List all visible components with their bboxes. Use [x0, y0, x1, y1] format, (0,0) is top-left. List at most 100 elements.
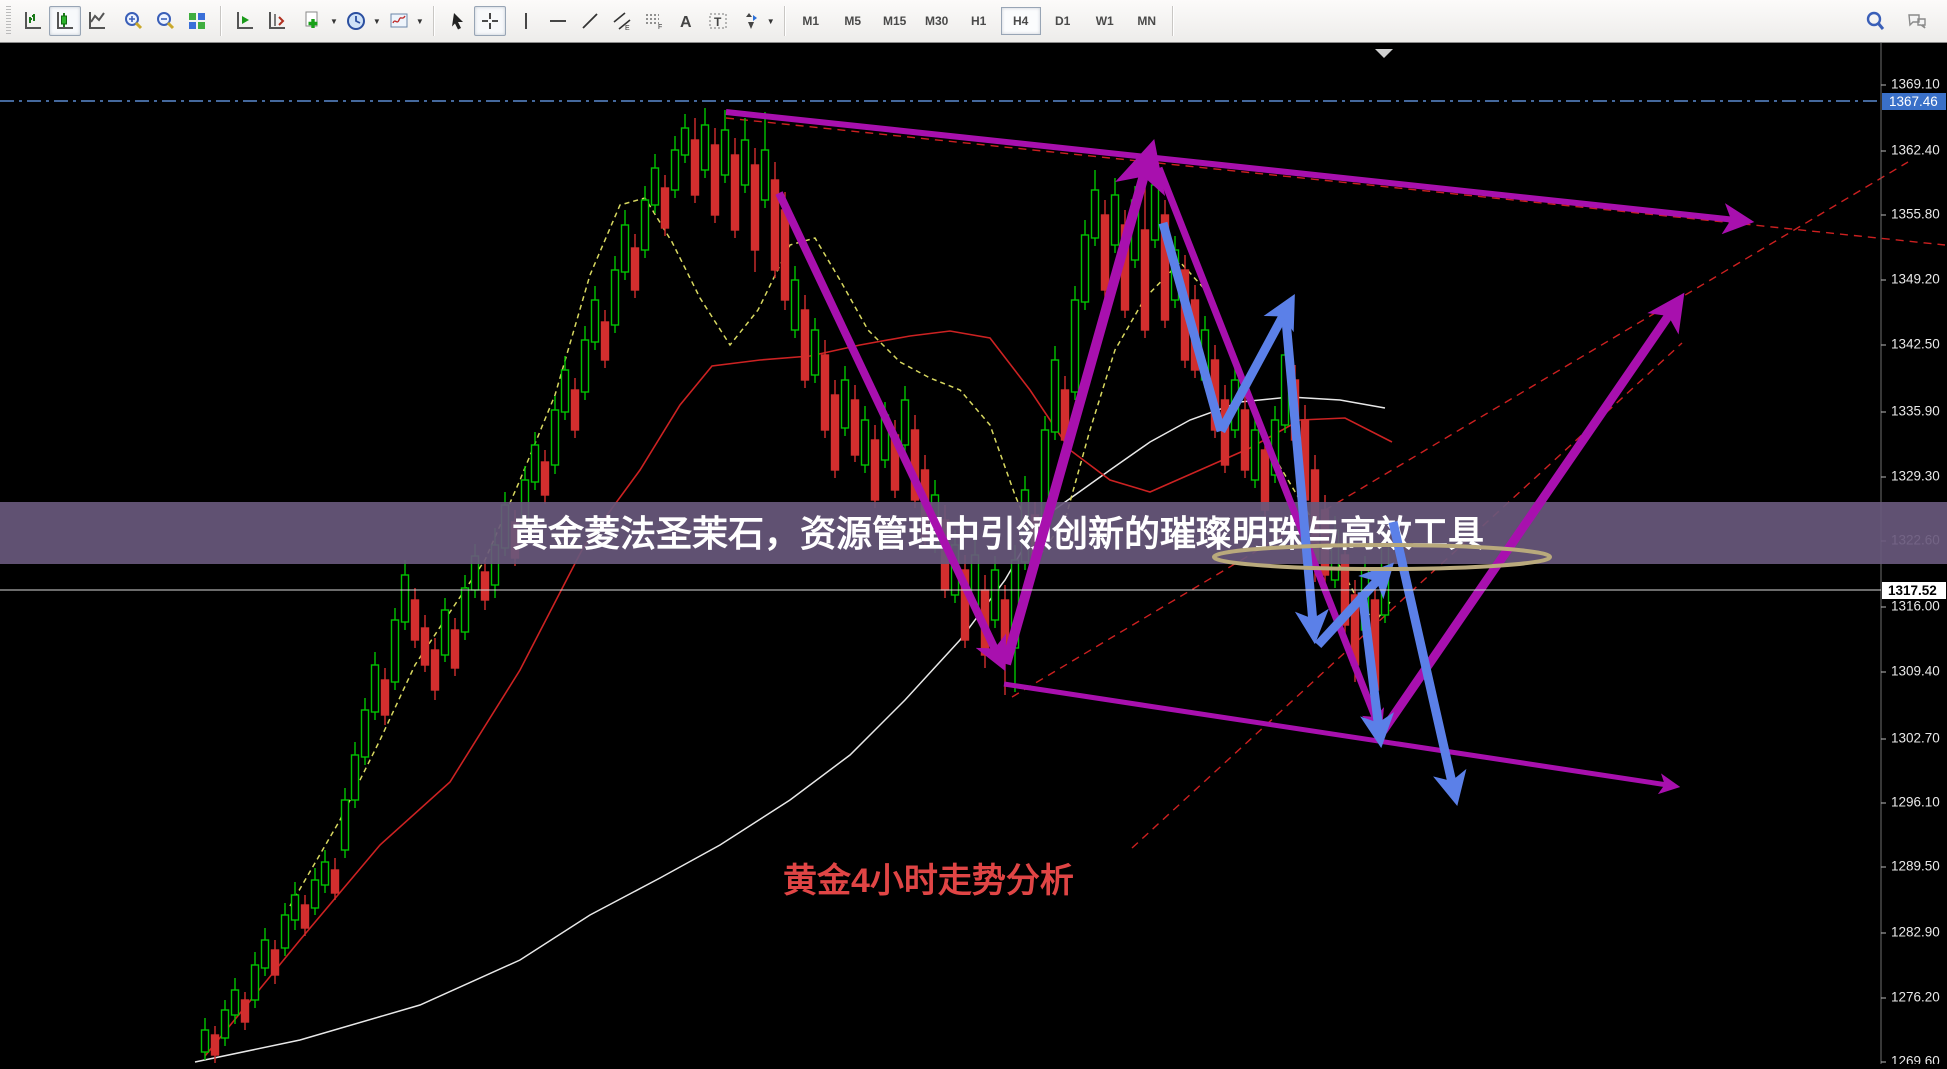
text-icon: A [675, 10, 697, 32]
candlestick-chart-button[interactable] [49, 6, 81, 36]
svg-text:A: A [680, 14, 692, 31]
toolbar-separator [1172, 6, 1174, 36]
purple-trend-arrow [726, 112, 1745, 221]
equidistant-channel-icon: E [611, 10, 633, 32]
new-order-dropdown-caret[interactable]: ▼ [330, 17, 338, 26]
crosshair-icon [479, 10, 501, 32]
candle-body [1242, 410, 1249, 470]
equidistant-channel-button[interactable]: E [606, 6, 638, 36]
timeframe-m30-button[interactable]: M30 [917, 7, 957, 35]
candle-body [1112, 195, 1119, 245]
toolbar-group [117, 6, 213, 36]
candle-body [392, 620, 399, 682]
candle-body [1102, 215, 1109, 290]
bar-chart-button[interactable] [17, 6, 49, 36]
text-button[interactable]: A [670, 6, 702, 36]
blue-trend-arrow [1286, 320, 1314, 634]
chart-area[interactable]: 1369.101362.401355.801349.201342.501335.… [0, 43, 1947, 1064]
arrows-shapes-dropdown-caret[interactable]: ▼ [767, 17, 775, 26]
red-dashed-trendlines [726, 118, 1945, 848]
line-chart-button[interactable] [81, 6, 113, 36]
timeframe-m15-button[interactable]: M15 [875, 7, 915, 35]
line-chart-icon [86, 10, 108, 32]
vertical-line-icon [515, 10, 537, 32]
candle-body [672, 150, 679, 190]
toolbar: ▼ ▼ ▼ E F AT ▼ M1M5M15M30H1H4D1W1MN [0, 0, 1947, 43]
candle-body [572, 390, 579, 430]
period-clock-icon [345, 10, 367, 32]
candle-body [332, 870, 339, 893]
arrows-shapes-button[interactable] [734, 6, 766, 36]
vertical-line-button[interactable] [510, 6, 542, 36]
price-chart[interactable]: 1369.101362.401355.801349.201342.501335.… [0, 43, 1947, 1064]
candle-body [842, 380, 849, 428]
trend-line-button[interactable] [574, 6, 606, 36]
axis-label: 1342.50 [1891, 337, 1940, 352]
candle-body [1152, 185, 1159, 240]
horizontal-line-button[interactable] [542, 6, 574, 36]
period-clock-dropdown-caret[interactable]: ▼ [373, 17, 381, 26]
chart-shift-button[interactable] [261, 6, 293, 36]
svg-text:F: F [658, 24, 662, 31]
toolbar-group: ▼ ▼ ▼ [297, 6, 426, 36]
fibonacci-button[interactable]: F [638, 6, 670, 36]
title-banner: 黄金菱法圣茉石，资源管理中引领创新的璀璨明珠与高效工具 [0, 502, 1947, 564]
red-dashed-trendline [726, 118, 1945, 245]
candle-body [772, 180, 779, 270]
timeframe-mn-button[interactable]: MN [1127, 7, 1167, 35]
candle-body [462, 588, 469, 632]
indicators-button[interactable] [383, 6, 415, 36]
timeframe-w1-button[interactable]: W1 [1085, 7, 1125, 35]
cursor-icon [447, 10, 469, 32]
candle-body [852, 400, 859, 455]
chat-button[interactable] [1901, 6, 1933, 36]
indicators-icon [388, 10, 410, 32]
candle-body [712, 145, 719, 215]
axis-label: 1316.00 [1891, 599, 1940, 614]
candle-body [582, 340, 589, 392]
candle-body [222, 1010, 229, 1038]
candle-body [742, 140, 749, 185]
timeframe-m5-button[interactable]: M5 [833, 7, 873, 35]
ask-price-tag: 1367.46 [1889, 94, 1938, 109]
axis-label: 1282.90 [1891, 925, 1940, 940]
candle-body [722, 130, 729, 175]
period-clock-button[interactable] [340, 6, 372, 36]
indicators-dropdown-caret[interactable]: ▼ [416, 17, 424, 26]
cursor-button[interactable] [442, 6, 474, 36]
candle-body [1262, 450, 1269, 510]
tile-windows-button[interactable] [181, 6, 213, 36]
chart-shift-marker-icon[interactable] [1375, 49, 1393, 58]
candle-body [1052, 360, 1059, 432]
timeframe-d1-button[interactable]: D1 [1043, 7, 1083, 35]
zoom-out-button[interactable] [149, 6, 181, 36]
crosshair-button[interactable] [474, 6, 506, 36]
candle-body [312, 880, 319, 908]
candle-body [262, 940, 269, 968]
new-order-button[interactable] [297, 6, 329, 36]
toolbar-grip[interactable] [6, 6, 11, 36]
candlesticks [202, 108, 1389, 1063]
candle-body [632, 248, 639, 290]
candle-body [602, 322, 609, 360]
candle-body [1092, 190, 1099, 238]
candle-body [1082, 235, 1089, 302]
new-order-icon [302, 10, 324, 32]
text-label-button[interactable]: T [702, 6, 734, 36]
zoom-in-button[interactable] [117, 6, 149, 36]
candle-body [272, 950, 279, 975]
candle-body [1142, 230, 1149, 330]
toolbar-separator [784, 6, 786, 36]
candle-body [862, 420, 869, 465]
search-button[interactable] [1859, 6, 1891, 36]
timeframe-h1-button[interactable]: H1 [959, 7, 999, 35]
candle-body [292, 895, 299, 920]
candle-body [432, 650, 439, 690]
svg-text:E: E [625, 25, 630, 32]
tile-windows-icon [186, 10, 208, 32]
timeframe-m1-button[interactable]: M1 [791, 7, 831, 35]
candle-body [762, 150, 769, 200]
axis-label: 1362.40 [1891, 143, 1940, 158]
auto-scroll-button[interactable] [229, 6, 261, 36]
timeframe-h4-button[interactable]: H4 [1001, 7, 1041, 35]
